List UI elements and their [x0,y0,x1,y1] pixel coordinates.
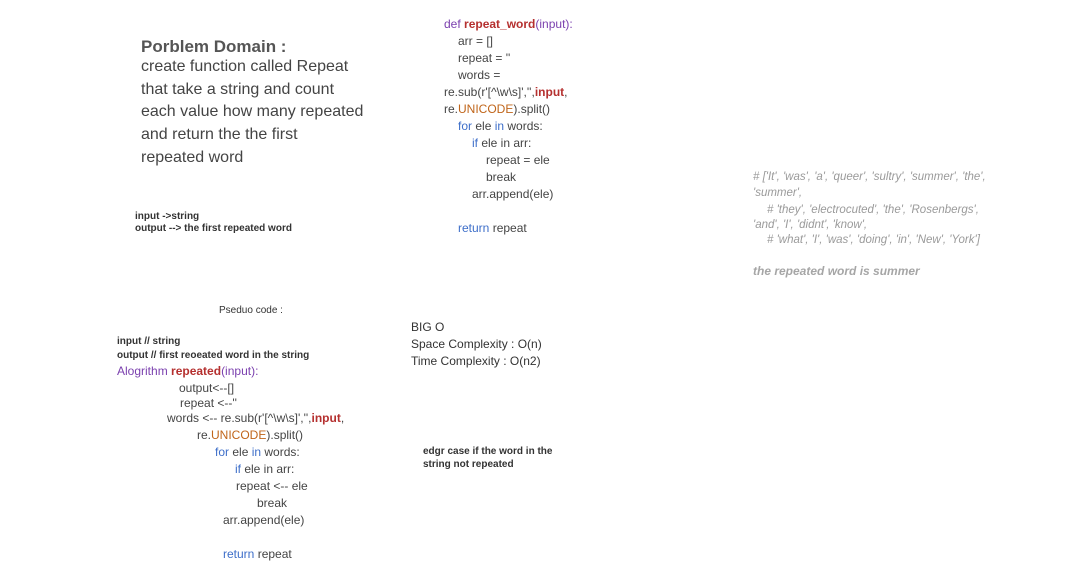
return-value: repeat [489,221,527,235]
pseudo-re-prefix: re. [197,428,212,442]
pseudo-for-keyword: for [215,445,230,459]
re-prefix: re. [444,102,459,116]
code-repeat-line: repeat = '' [458,51,511,65]
comment-line-5: # 'what', 'I', 'was', 'doing', 'in', 'Ne… [767,234,980,246]
function-name: repeat_word [464,17,536,31]
algorithm-args: (input): [221,364,259,378]
problem-line-2: that take a string and count [141,81,335,98]
unicode-flag: UNICODE [458,102,514,116]
comment-line-3: # 'they', 'electrocuted', 'the', 'Rosenb… [767,204,979,216]
in-keyword: in [494,119,505,133]
code-append: arr.append(ele) [472,187,554,201]
pseudo-words-call: words <-- re.sub(r'[^\w\s]','' [167,411,309,425]
problem-line-5: repeated word [141,149,244,166]
problem-line-4: and return the the first [141,126,298,143]
comment-line-1: # ['It', 'was', 'a', 'queer', 'sultry', … [753,171,986,183]
pseudo-algorithm-line: Alogrithm repeated(input): [117,364,258,378]
pseudo-if-condition: ele in arr: [241,462,295,476]
io-output-label: output --> the first repeated word [135,223,292,234]
return-keyword: return [458,221,490,235]
code-return-line: return repeat [458,221,527,235]
code-break: break [486,170,517,184]
pseudo-unicode-flag: UNICODE [211,428,267,442]
for-words: words: [504,119,543,133]
edge-case-note: edgr case if the word in the string not … [423,446,553,470]
pseudo-for-line: for ele in words: [215,445,300,459]
code-arr-line: arr = [] [458,34,494,48]
resub-input: input [534,85,565,99]
problem-domain-title: Porblem Domain : [141,37,287,56]
code-split-line: re.UNICODE).split() [444,102,550,116]
pseudo-for-words: words: [261,445,300,459]
code-resub-line: re.sub(r'[^\w\s]','',input, [444,85,568,99]
pseudo-input: input // string [117,336,181,347]
algorithm-name: repeated [171,364,222,378]
pseudo-repeat-assign: repeat <-- ele [236,479,308,493]
code-if-line: if ele in arr: [472,136,531,150]
big-o-title: BIG O [411,320,445,334]
code-def-line: def repeat_word(input): [444,17,573,31]
pseudo-repeat-init: repeat <--'' [180,396,237,410]
pseudo-return-line: return repeat [223,547,292,561]
pseudo-words-end: , [340,411,345,425]
io-input-label: input ->string [135,211,200,222]
pseudo-append: arr.append(ele) [223,513,305,527]
pseudo-break: break [257,496,288,510]
for-ele: ele [472,119,495,133]
pseudo-in-keyword: in [251,445,262,459]
algorithm-keyword: Alogrithm [117,364,168,378]
problem-line-3: each value how many repeated [141,103,364,120]
code-for-line: for ele in words: [458,119,543,133]
repeated-word-note: the repeated word is summer [753,264,920,278]
code-words-line: words = [458,68,501,82]
pseudo-words-line: words <-- re.sub(r'[^\w\s]','',input, [167,411,344,425]
split-call: ).split() [513,102,551,116]
pseudo-if-line: if ele in arr: [235,462,294,476]
pseudo-return-value: repeat [254,547,292,561]
comment-line-4: 'and', 'I', 'didnt', 'know', [753,219,868,231]
pseudo-output-init: output<--[] [179,381,235,395]
comment-line-2: 'summer', [753,187,803,199]
pseudo-return-keyword: return [223,547,255,561]
time-complexity: Time Complexity : O(n2) [411,354,541,368]
pseudo-output: output // first reoeated word in the str… [117,350,310,361]
code-repeat-assign: repeat = ele [486,153,550,167]
pseudo-for-ele: ele [229,445,252,459]
function-args: (input): [535,17,573,31]
pseudo-split-call: ).split() [266,428,304,442]
problem-line-1: create function called Repeat [141,58,349,75]
space-complexity: Space Complexity : O(n) [411,337,542,351]
pseudo-split-line: re.UNICODE).split() [197,428,303,442]
resub-end: , [564,85,568,99]
def-keyword: def [444,17,461,31]
if-condition: ele in arr: [478,136,532,150]
pseudo-code-title: Pseduo code : [219,305,283,316]
resub-call: re.sub(r'[^\w\s]','' [444,85,532,99]
for-keyword: for [458,119,473,133]
pseudo-words-input: input [311,411,341,425]
